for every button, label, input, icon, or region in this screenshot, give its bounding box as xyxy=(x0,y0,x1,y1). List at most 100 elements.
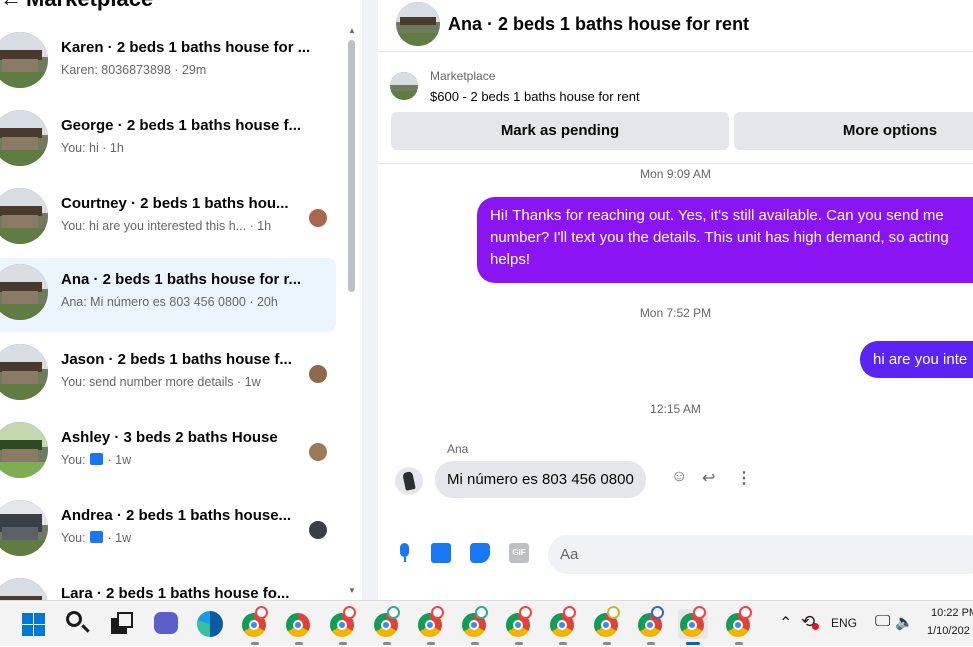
conversation-item-ana[interactable]: Ana · 2 beds 1 baths house for r... Ana:… xyxy=(0,258,336,332)
chrome-profile-icon[interactable] xyxy=(504,606,534,645)
sidebar-header: ←Marketplace xyxy=(0,0,153,12)
chrome-profile-icon[interactable] xyxy=(460,606,490,645)
conversation-preview: Karen: 8036873898 · 29m xyxy=(61,63,207,77)
listing-thumbnail-avatar xyxy=(0,500,48,556)
outgoing-message[interactable]: hi are you inte xyxy=(860,341,973,378)
chrome-profile-icon[interactable] xyxy=(592,606,622,645)
conversation-preview: You: send number more details · 1w xyxy=(61,375,261,389)
sync-alert-icon[interactable]: ⟲ xyxy=(801,612,819,632)
conversation-item-lara[interactable]: Lara · 2 beds 1 baths house fo... xyxy=(0,572,336,600)
network-icon[interactable]: 🖵 xyxy=(875,613,890,631)
scroll-up-arrow-icon[interactable]: ▲ xyxy=(348,26,356,35)
read-receipt-avatar xyxy=(309,443,327,461)
chrome-profile-icon[interactable] xyxy=(548,606,578,645)
volume-icon[interactable]: 🔈 xyxy=(895,613,914,631)
conversation-item-andrea[interactable]: Andrea · 2 beds 1 baths house... You: · … xyxy=(0,494,336,568)
gif-icon[interactable]: GIF xyxy=(509,543,529,563)
input-language[interactable]: ENG xyxy=(831,616,857,630)
more-actions-icon[interactable]: ⋮ xyxy=(736,468,752,488)
preview-prefix: You: xyxy=(61,531,86,545)
message-timestamp: 12:15 AM xyxy=(650,402,701,416)
chat-title[interactable]: Ana · 2 beds 1 baths house for rent xyxy=(448,14,749,35)
listing-thumbnail-avatar xyxy=(0,188,48,244)
chat-panel: Ana · 2 beds 1 baths house for rent Mark… xyxy=(378,0,973,600)
show-hidden-icons-chevron-icon[interactable]: ⌃ xyxy=(779,613,792,633)
listing-source: Marketplace xyxy=(430,69,496,83)
more-options-label: More options xyxy=(842,122,938,139)
message-sender-name: Ana xyxy=(447,442,469,456)
listing-thumbnail-avatar xyxy=(0,422,48,478)
conversation-sidebar: ←Marketplace Karen · 2 beds 1 baths hous… xyxy=(0,0,362,600)
conversation-name: Jason · 2 beds 1 baths house f... xyxy=(61,351,292,368)
chat-header: Ana · 2 beds 1 baths house for rent xyxy=(378,0,973,52)
incoming-message[interactable]: Mi número es 803 456 0800 xyxy=(435,461,646,498)
chrome-profile-icon-active[interactable] xyxy=(678,606,708,645)
scrollbar-thumb[interactable] xyxy=(348,40,355,292)
conversation-name: George · 2 beds 1 baths house f... xyxy=(61,117,302,134)
chrome-profile-icon[interactable] xyxy=(372,606,402,645)
conversation-name: Karen · 2 beds 1 baths house for ... xyxy=(61,39,311,56)
chrome-profile-icon[interactable] xyxy=(328,606,358,645)
conversation-preview: You: · 1w xyxy=(61,531,301,545)
conversation-name: Lara · 2 beds 1 baths house fo... xyxy=(61,585,290,600)
listing-thumbnail-avatar xyxy=(0,32,48,88)
task-view-icon[interactable] xyxy=(107,609,137,639)
sidebar-scrollbar[interactable]: ▲ ▼ xyxy=(345,26,357,600)
photo-icon[interactable] xyxy=(431,543,451,563)
chrome-icon[interactable] xyxy=(284,609,314,645)
conversation-item-karen[interactable]: Karen · 2 beds 1 baths house for ... Kar… xyxy=(0,26,336,100)
teams-chat-icon[interactable] xyxy=(151,609,181,639)
listing-thumbnail-avatar xyxy=(0,578,48,600)
preview-prefix: You: xyxy=(61,453,86,467)
listing-card: Marketplace $600 - 2 beds 1 baths house … xyxy=(378,56,973,164)
back-arrow-icon[interactable]: ← xyxy=(0,0,26,12)
conversation-item-jason[interactable]: Jason · 2 beds 1 baths house f... You: s… xyxy=(0,338,336,412)
edge-browser-icon[interactable] xyxy=(195,609,225,639)
conversation-name: Courtney · 2 beds 1 baths hou... xyxy=(61,195,289,212)
message-timestamp: Mon 9:09 AM xyxy=(640,167,711,181)
chrome-profile-icon[interactable] xyxy=(724,606,754,645)
preview-suffix: · 1w xyxy=(107,453,132,467)
conversation-name: Andrea · 2 beds 1 baths house... xyxy=(61,507,292,524)
chat-avatar[interactable] xyxy=(396,2,440,46)
chrome-profile-icon[interactable] xyxy=(416,606,446,645)
windows-taskbar: ⌃ ⟲ ENG 🖵 🔈 10:22 PM 1/10/202 xyxy=(0,600,973,646)
chrome-profile-icon[interactable] xyxy=(636,606,666,645)
reply-icon[interactable]: ↩ xyxy=(702,468,715,488)
scroll-down-arrow-icon[interactable]: ▼ xyxy=(348,586,356,595)
listing-thumbnail-avatar xyxy=(0,110,48,166)
preview-suffix: · 1w xyxy=(107,531,132,545)
listing-price[interactable]: $600 - 2 beds 1 baths house for rent xyxy=(430,89,640,104)
listing-thumbnail-avatar xyxy=(0,344,48,400)
read-receipt-avatar xyxy=(309,365,327,383)
conversation-preview: Ana: Mi número es 803 456 0800 · 20h xyxy=(61,295,278,309)
start-button[interactable] xyxy=(19,609,49,639)
system-tray: ⌃ ⟲ ENG 🖵 🔈 10:22 PM 1/10/202 xyxy=(775,601,973,647)
clock-date[interactable]: 1/10/202 xyxy=(927,625,970,637)
like-icon xyxy=(90,453,104,465)
message-timestamp: Mon 7:52 PM xyxy=(639,306,712,320)
conversation-preview: You: · 1w xyxy=(61,453,301,467)
like-icon xyxy=(90,531,104,543)
read-receipt-avatar xyxy=(309,521,327,539)
conversation-preview: You: hi · 1h xyxy=(61,141,124,155)
listing-thumbnail[interactable] xyxy=(390,72,418,100)
sticker-icon[interactable] xyxy=(470,543,490,563)
outgoing-message[interactable]: Hi! Thanks for reaching out. Yes, it's s… xyxy=(477,197,973,283)
read-receipt-avatar xyxy=(309,209,327,227)
microphone-icon[interactable] xyxy=(395,543,415,563)
conversation-item-courtney[interactable]: Courtney · 2 beds 1 baths hou... You: hi… xyxy=(0,182,336,256)
mark-as-pending-button[interactable]: Mark as pending xyxy=(391,112,729,150)
listing-thumbnail-avatar xyxy=(0,264,48,320)
conversation-name: Ana · 2 beds 1 baths house for r... xyxy=(61,271,302,288)
message-input[interactable]: Aa xyxy=(548,535,973,574)
conversation-item-ashley[interactable]: Ashley · 3 beds 2 baths House You: · 1w xyxy=(0,416,336,490)
more-options-button[interactable]: More options xyxy=(734,112,973,150)
chrome-profile-icon[interactable] xyxy=(240,606,270,645)
react-emoji-icon[interactable]: ☺ xyxy=(671,468,687,486)
conversation-preview: You: hi are you interested this h... · 1… xyxy=(61,219,272,233)
sender-avatar[interactable] xyxy=(395,467,423,495)
conversation-item-george[interactable]: George · 2 beds 1 baths house f... You: … xyxy=(0,104,336,178)
search-icon[interactable] xyxy=(63,609,93,639)
clock-time[interactable]: 10:22 PM xyxy=(931,607,973,619)
